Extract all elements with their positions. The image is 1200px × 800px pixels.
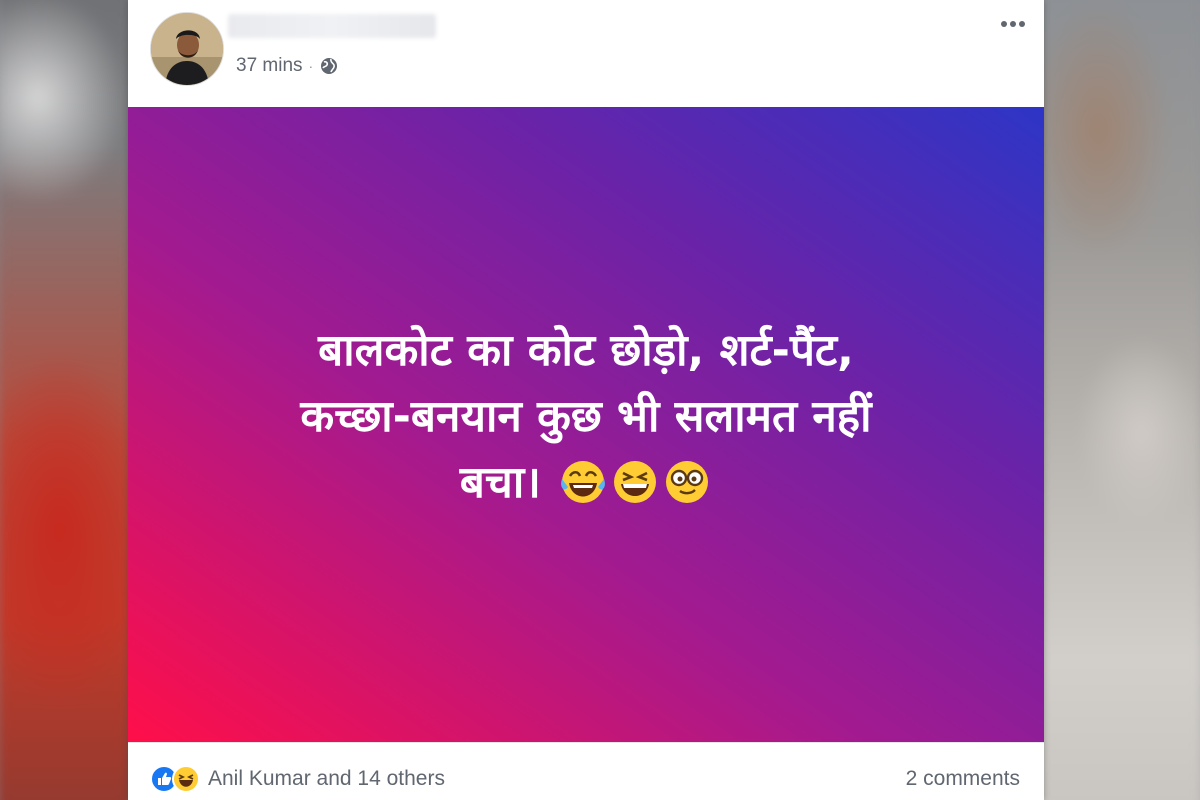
- post-footer: Anil Kumar and 14 others 2 comments: [128, 742, 1044, 800]
- author-avatar[interactable]: [150, 12, 224, 86]
- status-text: बालकोट का कोट छोड़ो, शर्ट-पैंट, कच्छा-बन…: [176, 318, 996, 516]
- more-options-icon[interactable]: [996, 14, 1030, 34]
- post-header: 37 mins ·: [128, 0, 1044, 107]
- author-name-blurred[interactable]: [228, 14, 436, 38]
- grinning-squinting-emoji: [610, 457, 660, 507]
- blurred-background-left: [0, 0, 136, 800]
- nerd-glasses-emoji: [662, 457, 712, 507]
- status-line-3-text: बचा।: [459, 456, 541, 508]
- comments-count-link[interactable]: 2 comments: [906, 767, 1020, 791]
- screen: 37 mins · बालकोट का कोट छोड़ो, शर्ट-पैंट…: [0, 0, 1200, 800]
- reactions-summary[interactable]: Anil Kumar and 14 others: [150, 765, 445, 793]
- more-dot: [1001, 21, 1007, 27]
- post-meta: 37 mins ·: [236, 55, 339, 77]
- meta-separator: ·: [308, 58, 314, 74]
- status-line-3: बचा।: [176, 450, 996, 516]
- reactions-text[interactable]: Anil Kumar and 14 others: [208, 767, 445, 791]
- tears-of-joy-emoji: [558, 457, 608, 507]
- status-line-1: बालकोट का कोट छोड़ो, शर्ट-पैंट,: [318, 324, 854, 376]
- avatar-photo: [151, 13, 223, 85]
- status-line-2: कच्छा-बनयान कुछ भी सलामत नहीं: [300, 390, 872, 442]
- globe-icon[interactable]: [319, 56, 339, 76]
- post-timestamp[interactable]: 37 mins: [236, 55, 303, 77]
- haha-icon: [172, 765, 200, 793]
- more-dot: [1019, 21, 1025, 27]
- status-background: बालकोट का कोट छोड़ो, शर्ट-पैंट, कच्छा-बन…: [128, 107, 1044, 742]
- facebook-post-card: 37 mins · बालकोट का कोट छोड़ो, शर्ट-पैंट…: [128, 0, 1044, 800]
- more-dot: [1010, 21, 1016, 27]
- blurred-background-right: [1033, 0, 1200, 800]
